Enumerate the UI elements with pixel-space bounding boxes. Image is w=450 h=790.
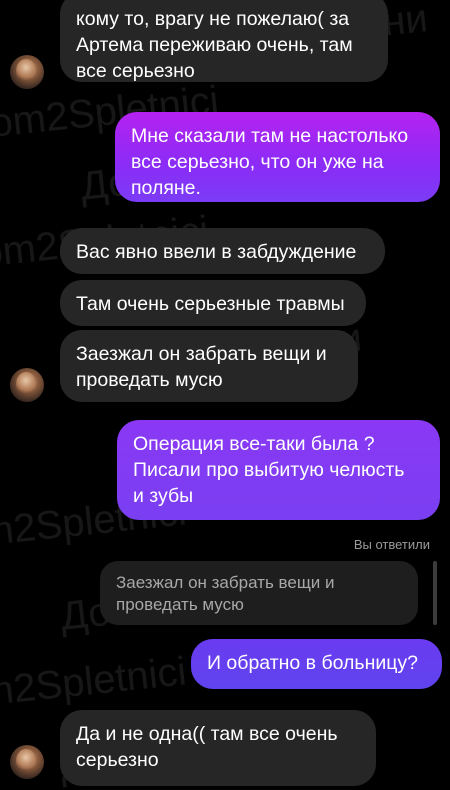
incoming-message[interactable]: Заезжал он забрать вещи и проведать мусю: [60, 330, 358, 402]
replied-label: Вы ответили: [353, 537, 430, 552]
outgoing-message[interactable]: И обратно в больницу?: [191, 639, 442, 689]
reply-quote[interactable]: Заезжал он забрать вещи и проведать мусю: [100, 561, 418, 625]
watermark-line: m2Spletnici: [0, 649, 189, 715]
contact-avatar[interactable]: [10, 745, 44, 779]
outgoing-message[interactable]: Операция все-таки была ? Писали про выби…: [117, 420, 440, 520]
incoming-message[interactable]: Вас явно ввели в забдуждение: [60, 228, 385, 274]
contact-avatar[interactable]: [10, 368, 44, 402]
outgoing-message[interactable]: Мне сказали там не настолько все серьезн…: [115, 112, 440, 202]
chat-thread: Дом2 Сплетни om2Spletnici Дом2 "Сплетни …: [0, 0, 450, 789]
incoming-message[interactable]: кому то, врагу не пожелаю( за Артема пер…: [60, 0, 388, 82]
contact-avatar[interactable]: [10, 55, 44, 89]
reply-indicator-bar: [433, 561, 437, 625]
incoming-message[interactable]: Там очень серьезные травмы: [60, 280, 366, 326]
incoming-message[interactable]: Да и не одна(( там все очень серьезно: [60, 710, 376, 786]
